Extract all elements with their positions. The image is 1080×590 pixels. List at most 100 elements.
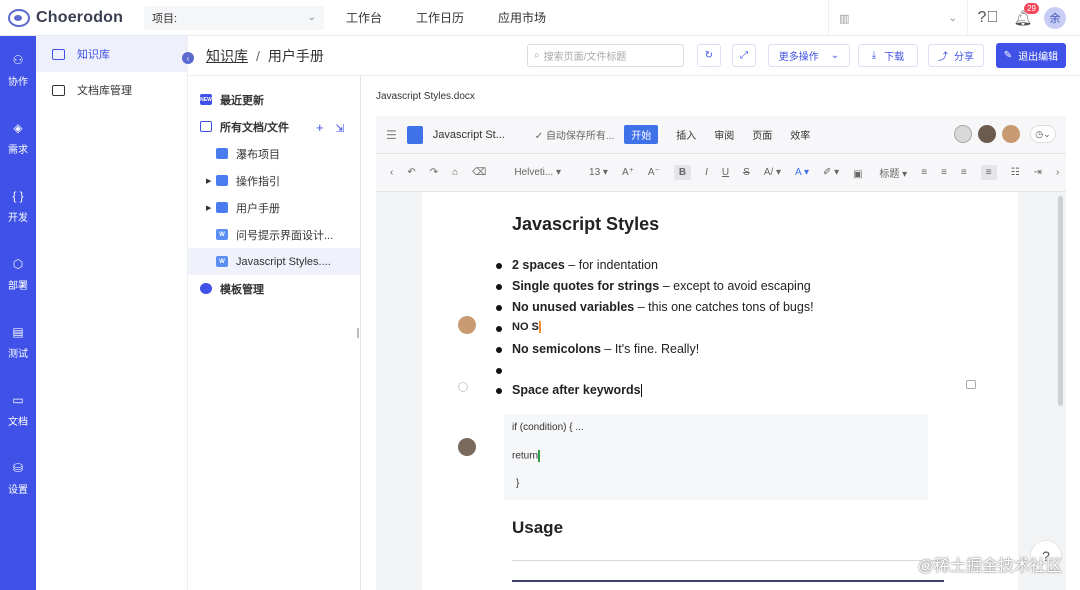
indent-icon[interactable]: ⇥	[1034, 167, 1042, 178]
list-item: Single quotes for strings – except to av…	[496, 279, 811, 293]
organization-select[interactable]: ▥ ⌄	[828, 0, 968, 36]
list-icon[interactable]: ☷	[1011, 167, 1020, 178]
breadcrumb-separator: /	[256, 47, 260, 64]
notification-bell-icon[interactable]: 🔔︎ 29	[1008, 3, 1039, 27]
menu-icon[interactable]: ☰	[386, 128, 397, 142]
more-actions-button[interactable]: 更多操作 ⌄	[768, 44, 850, 67]
user-avatar[interactable]: 余	[1044, 7, 1066, 29]
clear-format-icon[interactable]: ⌫	[472, 167, 486, 178]
collaborator-avatar[interactable]	[978, 125, 996, 143]
document-page[interactable]: Javascript Styles 2 spaces – for indenta…	[422, 192, 1018, 590]
breadcrumb: 知识库 / 用户手册	[206, 46, 324, 66]
tab-insert[interactable]: 插入	[676, 127, 696, 142]
rail-item-deploy[interactable]: ⬡ 部署	[0, 240, 36, 308]
tree-node[interactable]: W 问号提示界面设计...	[188, 221, 360, 248]
rail-item-test[interactable]: ▤ 测试	[0, 308, 36, 376]
italic-icon[interactable]: I	[705, 167, 708, 178]
search-input[interactable]: ⌕ 搜索页面/文件标题	[527, 44, 684, 67]
tab-start[interactable]: 开始	[624, 125, 659, 144]
document-icon	[216, 202, 228, 213]
exit-edit-label: 退出编辑	[1018, 52, 1059, 63]
app-logo[interactable]: Choerodon	[0, 8, 140, 27]
rail-item-docs[interactable]: ▭ 文档	[0, 376, 36, 444]
project-select[interactable]: 项目: ⌄	[144, 5, 324, 30]
list-item-bold: No unused variables	[512, 300, 635, 314]
tree-recent-updates[interactable]: NEW 最近更新	[188, 86, 360, 113]
comment-marker-icon[interactable]	[458, 382, 468, 392]
nav-workbench[interactable]: 工作台	[346, 9, 382, 26]
decrease-font-icon[interactable]: A⁻	[648, 167, 660, 178]
tree-node[interactable]: ▶ 操作指引	[188, 167, 360, 194]
rail-item-label: 设置	[8, 484, 28, 496]
list-item: Space after keywords	[496, 383, 642, 398]
add-icon[interactable]: +	[316, 120, 324, 135]
refresh-button[interactable]: ↻	[697, 44, 721, 67]
highlight-icon[interactable]: ✐ ▾	[823, 167, 839, 178]
top-right-tools: ▥ ⌄ ?⃝ 🔔︎ 29 余	[828, 0, 1080, 36]
tree-template-management[interactable]: 模板管理	[188, 275, 360, 302]
expand-triangle-icon[interactable]: ▶	[206, 177, 216, 185]
align-left-icon[interactable]: ≡	[921, 167, 927, 178]
tree-node[interactable]: ▶ 用户手册	[188, 194, 360, 221]
add-comment-icon[interactable]	[966, 380, 976, 389]
collaborator-margin-avatar[interactable]	[458, 316, 476, 334]
document-icon	[216, 175, 228, 186]
exit-edit-button[interactable]: ✎ 退出编辑	[996, 43, 1066, 68]
tab-efficiency[interactable]: 效率	[790, 127, 810, 142]
menu-item-library-management[interactable]: 文档库管理	[36, 72, 187, 108]
align-center-icon[interactable]: ≡	[941, 167, 947, 178]
chevron-left-icon[interactable]: ‹	[390, 167, 393, 178]
fullscreen-button[interactable]: ⤢	[732, 44, 756, 67]
format-painter-icon[interactable]: ⌂	[452, 167, 458, 178]
breadcrumb-root-link[interactable]: 知识库	[206, 46, 248, 66]
code-line: }	[516, 478, 520, 489]
rail-item-collab[interactable]: ⚇ 协作	[0, 36, 36, 104]
refresh-icon: ↻	[704, 50, 714, 61]
bold-icon[interactable]: B	[673, 165, 692, 180]
justify-icon[interactable]: ≡	[980, 165, 997, 180]
collapse-all-icon[interactable]: ⇲	[335, 123, 344, 135]
help-icon[interactable]: ?⃝	[968, 9, 1008, 27]
align-right-icon[interactable]: ≡	[961, 167, 967, 178]
database-icon: ⛁	[12, 460, 24, 475]
nav-work-calendar[interactable]: 工作日历	[416, 9, 464, 26]
collaborator-avatar[interactable]	[1002, 125, 1020, 143]
code-icon: { }	[12, 188, 24, 203]
chevron-right-icon[interactable]: ›	[1056, 167, 1059, 178]
strikethrough-icon[interactable]: S	[743, 167, 750, 178]
increase-font-icon[interactable]: A⁺	[622, 167, 634, 178]
undo-icon[interactable]: ↶	[407, 167, 415, 178]
font-color-icon[interactable]: A ▾	[795, 167, 809, 178]
tree-node-selected[interactable]: W Javascript Styles....	[188, 248, 360, 275]
fullscreen-icon: ⤢	[740, 50, 748, 61]
rail-item-settings[interactable]: ⛁ 设置	[0, 444, 36, 512]
heading-select[interactable]: ▣ 标题 ▾	[853, 165, 907, 180]
choerodon-logo-icon	[8, 8, 30, 27]
deploy-icon: ⬡	[12, 256, 24, 271]
superscript-icon[interactable]: A/ ▾	[764, 167, 781, 178]
font-family-select[interactable]: Helveti... ▾	[500, 167, 561, 178]
tree-node-label: 问号提示界面设计...	[236, 229, 334, 242]
resize-handle[interactable]	[357, 328, 359, 338]
share-button[interactable]: ⤴ 分享	[928, 44, 984, 67]
tree-node[interactable]: 瀑布项目	[188, 140, 360, 167]
nav-app-market[interactable]: 应用市场	[498, 9, 546, 26]
collaborator-margin-avatar[interactable]	[458, 438, 476, 456]
collaborator-avatar[interactable]	[954, 125, 972, 143]
app-logo-text: Choerodon	[36, 8, 124, 26]
tab-page[interactable]: 页面	[752, 127, 772, 142]
download-button[interactable]: ⤓ 下载	[858, 44, 918, 67]
menu-item-knowledge-base[interactable]: 知识库	[36, 36, 187, 72]
expand-triangle-icon[interactable]: ▶	[206, 204, 216, 212]
tab-review[interactable]: 审阅	[714, 127, 734, 142]
editor-doc-title[interactable]: Javascript St...	[433, 129, 529, 141]
history-clock-icon[interactable]: ◷⌄	[1030, 125, 1056, 143]
list-item: NO S	[496, 321, 541, 334]
editor-scrollbar[interactable]	[1058, 196, 1063, 406]
rail-item-requirement[interactable]: ◈ 需求	[0, 104, 36, 172]
underline-icon[interactable]: U	[722, 167, 729, 178]
rail-item-develop[interactable]: { } 开发	[0, 172, 36, 240]
code-block[interactable]: if (condition) { ... return }	[504, 414, 928, 500]
font-size-select[interactable]: 13 ▾	[575, 167, 608, 178]
redo-icon[interactable]: ↷	[430, 167, 438, 178]
